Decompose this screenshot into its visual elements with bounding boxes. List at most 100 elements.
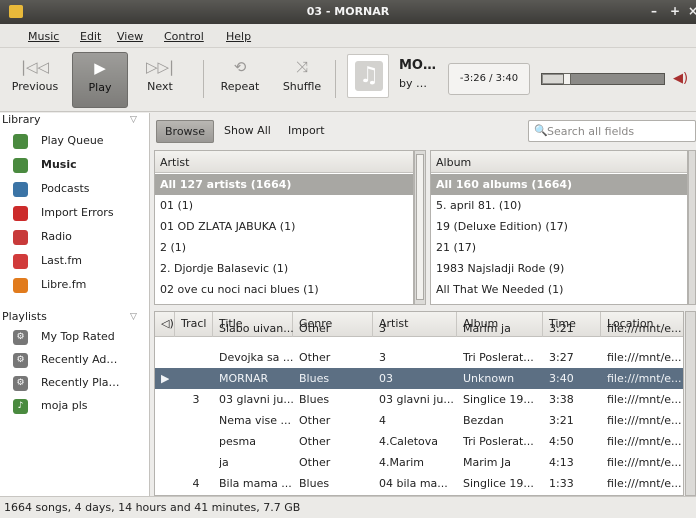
playlist-item[interactable]: ⚙ Recently Pla… xyxy=(13,373,149,395)
seek-handle[interactable] xyxy=(563,73,572,85)
sidebar: Library ▽ Play Queue Music Podcasts Import … xyxy=(0,113,150,496)
menu-music[interactable]: Music xyxy=(28,30,59,43)
chevron-down-icon[interactable]: ▽ xyxy=(130,115,137,125)
sidebar-item[interactable]: Music xyxy=(13,155,149,177)
sidebar-item[interactable]: Last.fm xyxy=(13,251,149,273)
track-loc-cell: file:///mnt/e... xyxy=(607,393,682,406)
album-list[interactable]: Album All 160 albums (1664) 5. april 81. … xyxy=(430,150,688,305)
sidebar-item[interactable]: Libre.fm xyxy=(13,275,149,297)
play-button[interactable]: ▶ Play xyxy=(72,52,128,108)
table-row[interactable]: 3 03 glavni ju... Blues 03 glavni ju... Sing… xyxy=(155,389,683,410)
library-header[interactable]: Library xyxy=(2,113,40,126)
track-genre-cell: Other xyxy=(299,322,331,335)
track-album-cell: Bezdan xyxy=(463,414,504,427)
track-genre-cell: Other xyxy=(299,351,331,364)
artist-list-item[interactable]: All 127 artists (1664) xyxy=(155,174,413,195)
track-time-cell: 4:13 xyxy=(549,456,574,469)
artist-list-item[interactable]: 02 ove cu noci naci blues (1) xyxy=(155,279,413,300)
table-row[interactable]: pesma Other 4.Caletova Tri Poslerat... 4:50 f… xyxy=(155,431,683,452)
sidebar-item[interactable]: Radio xyxy=(13,227,149,249)
album-column-header[interactable]: Album xyxy=(431,151,687,173)
track-artist-cell: 04 bila ma... xyxy=(379,477,448,490)
menu-help[interactable]: Help xyxy=(226,30,251,43)
status-bar: 1664 songs, 4 days, 14 hours and 41 minu… xyxy=(0,496,696,518)
track-album-cell: Marim Ja xyxy=(463,456,512,469)
playlist-item[interactable]: ⚙ Recently Ad… xyxy=(13,350,149,372)
search-input[interactable]: 🔍 Search all fields xyxy=(528,120,696,142)
playlist-item[interactable]: ♪ moja pls xyxy=(13,396,149,418)
album-art[interactable]: ♫ xyxy=(347,54,389,98)
sidebar-item[interactable]: Import Errors xyxy=(13,203,149,225)
toolbar-separator xyxy=(335,60,336,98)
track-album-cell: Singlice 19... xyxy=(463,477,534,490)
track-time-cell: 1:33 xyxy=(549,477,574,490)
table-row[interactable]: 4 Bila mama ... Blues 04 bila ma... Singlice… xyxy=(155,473,683,494)
table-row[interactable]: Devojka sa ... Other 3 Tri Poslerat... 3:27 f… xyxy=(155,347,683,368)
track-loc-cell: file:///mnt/e... xyxy=(607,372,682,385)
artist-list-item[interactable]: 01 OD ZLATA JABUKA (1) xyxy=(155,216,413,237)
close-button[interactable]: × xyxy=(688,4,696,18)
previous-button[interactable]: |◁◁ Previous xyxy=(2,52,68,108)
browse-button[interactable]: Browse xyxy=(156,120,215,143)
chevron-down-icon[interactable]: ▽ xyxy=(130,312,137,322)
next-button[interactable]: ▷▷| Next xyxy=(138,52,182,108)
import-button[interactable]: Import xyxy=(280,120,333,143)
album-list-item[interactable]: All That We Needed (1) xyxy=(431,279,687,300)
menu-edit[interactable]: Edit xyxy=(80,30,101,43)
track-time-cell: 3:21 xyxy=(549,322,574,335)
table-row[interactable]: ja Other 4.Marim Marim Ja 4:13 file:///mnt/e.… xyxy=(155,452,683,473)
shuffle-button[interactable]: ⤨ Shuffle xyxy=(275,52,329,108)
album-list-item[interactable]: 21 (17) xyxy=(431,237,687,258)
window-title: 03 - MORNAR xyxy=(306,5,390,18)
maximize-button[interactable]: + xyxy=(670,4,680,18)
track-loc-cell: file:///mnt/e... xyxy=(607,322,682,335)
browser-panel: Browse Show All Import 🔍 Search all fiel… xyxy=(152,113,696,496)
album-list-item[interactable]: 19 (Deluxe Edition) (17) xyxy=(431,216,687,237)
artist-list-item[interactable]: 3 (3) xyxy=(155,300,413,304)
table-row[interactable]: Slabo uivan... Other 3 Marim ja 3:21 file:///… xyxy=(155,318,683,339)
sidebar-item[interactable]: Podcasts xyxy=(13,179,149,201)
artist-scrollbar[interactable] xyxy=(414,150,426,305)
rhythmbox-window: 03 - MORNAR – + × Music Edit View Contro… xyxy=(0,0,696,518)
sidebar-item-label: Podcasts xyxy=(41,182,90,195)
sidebar-item[interactable]: Play Queue xyxy=(13,131,149,153)
playlist-item[interactable]: ⚙ My Top Rated xyxy=(13,327,149,349)
title-bar[interactable]: 03 - MORNAR – + × xyxy=(0,0,696,24)
time-display[interactable]: -3:26 / 3:40 xyxy=(448,63,530,95)
track-list[interactable]: ◁) Tracl Title Genre Artist Album Time L… xyxy=(154,311,684,496)
album-list-item[interactable]: 5. april 81. (10) xyxy=(431,195,687,216)
track-album-cell: Unknown xyxy=(463,372,515,385)
artist-list-item[interactable]: 2 (1) xyxy=(155,237,413,258)
repeat-button[interactable]: ⟲ Repeat xyxy=(212,52,268,108)
album-list-item[interactable]: 1983 Najsladji Rode (9) xyxy=(431,258,687,279)
album-list-item[interactable]: All 160 albums (1664) xyxy=(431,174,687,195)
table-row[interactable]: ▶ MORNAR Blues 03 Unknown 3:40 file:///mnt/e..… xyxy=(155,368,683,389)
track-genre-cell: Other xyxy=(299,414,331,427)
volume-icon[interactable]: ◀) xyxy=(673,71,688,86)
show-all-button[interactable]: Show All xyxy=(216,120,279,143)
track-scrollbar[interactable] xyxy=(685,311,696,496)
playlists-header[interactable]: Playlists xyxy=(2,310,47,323)
playlist-item-label: Recently Pla… xyxy=(41,376,120,389)
menu-view[interactable]: View xyxy=(117,30,143,43)
track-album-cell: Marim ja xyxy=(463,322,511,335)
seek-slider[interactable] xyxy=(541,73,665,85)
artist-list-item[interactable]: 01 (1) xyxy=(155,195,413,216)
track-no-cell: 3 xyxy=(192,393,200,406)
playlist-item-label: My Top Rated xyxy=(41,330,115,343)
artist-list[interactable]: Artist All 127 artists (1664) 01 (1) 01 OD… xyxy=(154,150,414,305)
artist-list-item[interactable]: 2. Djordje Balasevic (1) xyxy=(155,258,413,279)
artist-column-header[interactable]: Artist xyxy=(155,151,413,173)
track-loc-cell: file:///mnt/e... xyxy=(607,351,682,364)
now-playing-title: MO… xyxy=(399,58,436,73)
album-scrollbar[interactable] xyxy=(688,150,696,305)
sidebar-item-label: Music xyxy=(41,158,77,171)
play-queue-icon xyxy=(13,134,28,149)
album-list-item[interactable]: All We Will Ever ... xyxy=(431,300,687,304)
minimize-button[interactable]: – xyxy=(651,4,657,18)
toolbar: |◁◁ Previous ▶ Play ▷▷| Next ⟲ Repeat ⤨ … xyxy=(0,48,696,112)
table-row[interactable]: Nema vise ... Other 4 Bezdan 3:21 file:///mnt… xyxy=(155,410,683,431)
lastfm-icon xyxy=(13,254,28,269)
repeat-icon: ⟲ xyxy=(233,58,247,76)
menu-control[interactable]: Control xyxy=(164,30,204,43)
